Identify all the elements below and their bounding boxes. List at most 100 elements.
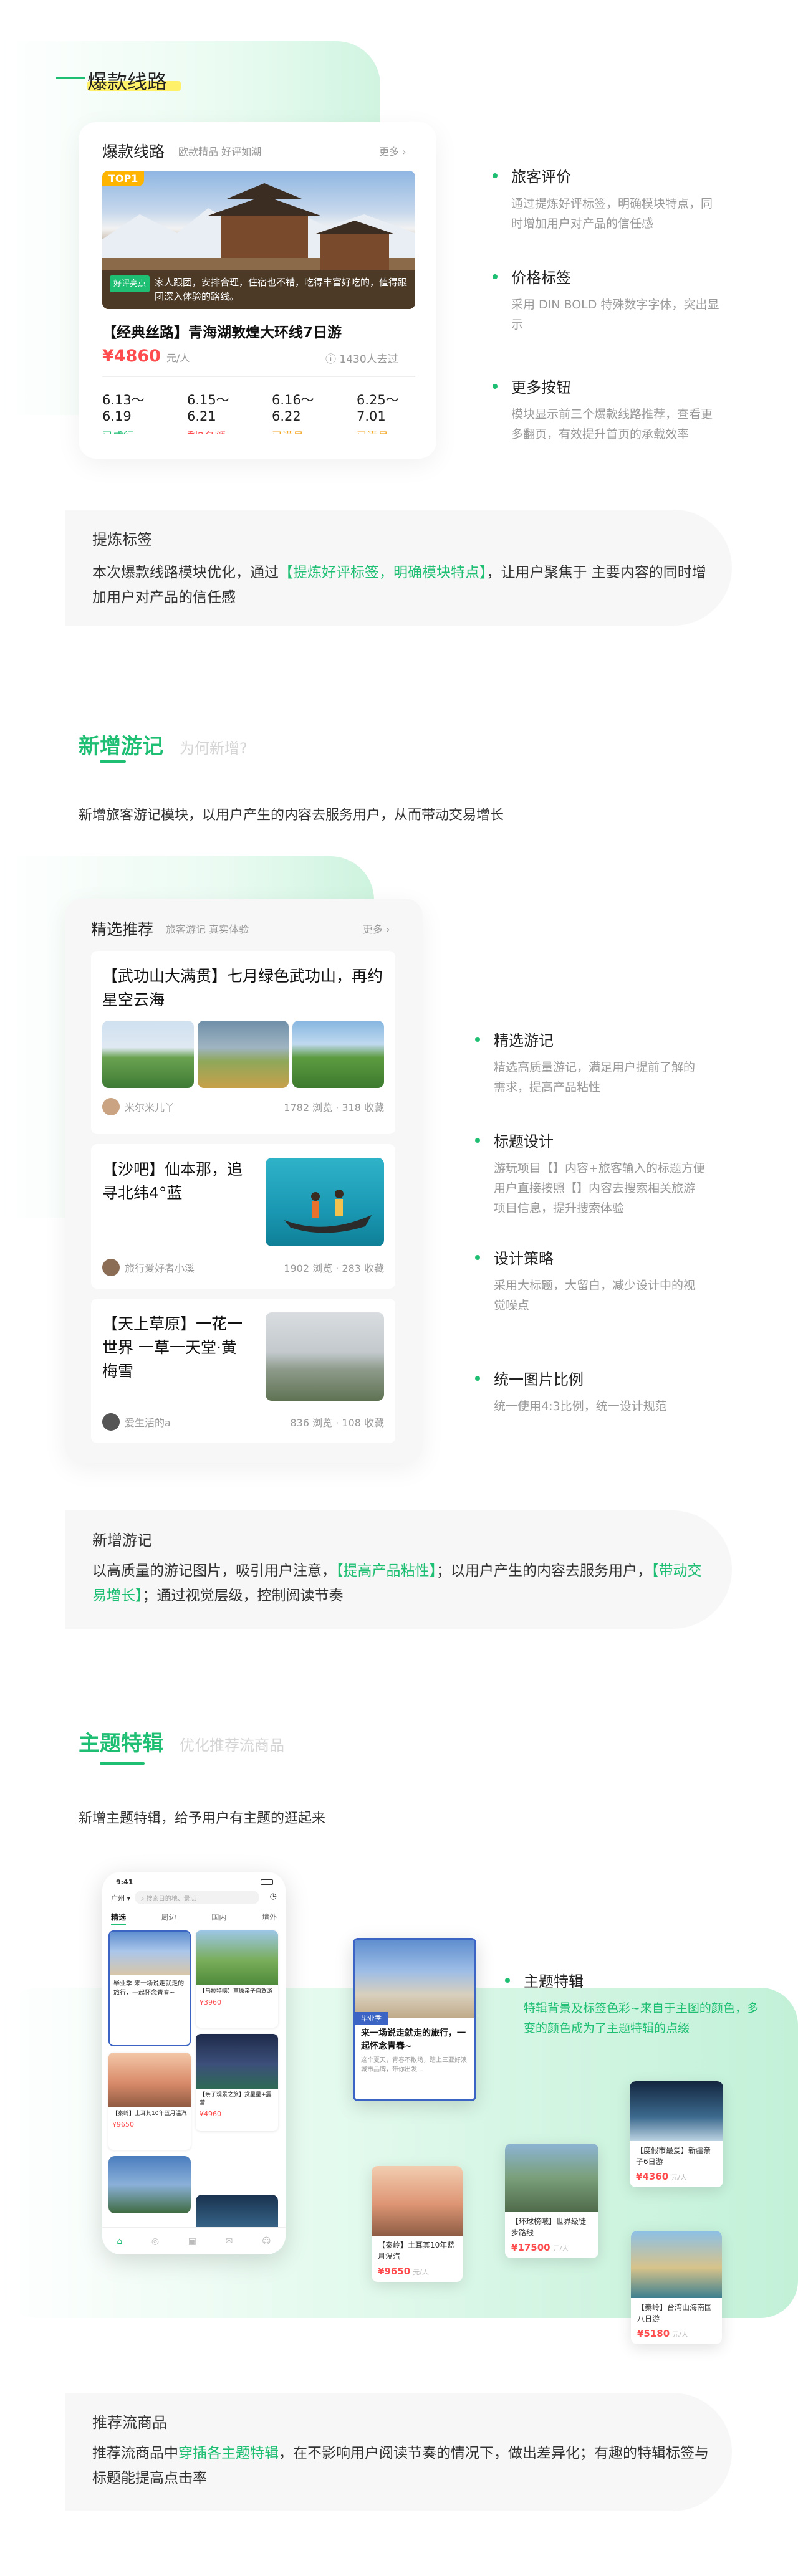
mini-price-unit: 元/人 xyxy=(413,2268,429,2276)
post-author: 旅行爱好者小溪 xyxy=(125,1262,195,1274)
phone-product-card[interactable]: 【亲子观景之旅】赏星星+露营 ¥4960 xyxy=(196,2034,278,2131)
theme-desc: 这个夏天，青春不散场，踏上三亚好浪城市品牌，带你出发... xyxy=(361,2057,467,2073)
phone-tabs: 精选 周边 国内 境外 xyxy=(111,1912,277,1925)
section1-heading: 爆款线路 xyxy=(87,70,168,93)
post-images xyxy=(102,1021,385,1088)
message-icon[interactable]: ✉ xyxy=(226,2236,233,2246)
search-input[interactable]: ⌕ 搜索目的地、景点 xyxy=(135,1891,259,1904)
phone-item-image xyxy=(110,1932,190,1975)
mini-product-card[interactable]: 【环球榜哦】世界级徒步路线 ¥17500 元/人 xyxy=(505,2144,598,2258)
post-stats: 1902 浏览 · 283 收藏 xyxy=(284,1262,384,1274)
feature-image-ratio: 统一图片比例 统一使用4:3比例，统一设计规范 xyxy=(475,1367,706,1416)
post-stats: 836 浏览 · 108 收藏 xyxy=(290,1417,384,1429)
mini-price-value: ¥4360 xyxy=(636,2171,669,2182)
post-image xyxy=(266,1158,384,1246)
tab-selected[interactable]: 精选 xyxy=(111,1912,127,1925)
feature-desc: 模块显示前三个爆款线路推荐，查看更多翻页，有效提升首页的承载效率 xyxy=(511,408,713,441)
post-author: 爱生活的a xyxy=(125,1417,171,1429)
phone-mockup: 9:41 广州 ▾ ⌕ 搜索目的地、景点 ◷ 精选 周边 国内 境外 毕业季 来… xyxy=(102,1872,286,2254)
note-text: 本次爆款线路模块优化，通过【提炼好评标签，明确模块特点】，让用户聚焦于 主要内容… xyxy=(92,560,716,610)
post-author: 米尔米儿丫 xyxy=(125,1102,175,1114)
post-author-row: 米尔米儿丫 1782 浏览 · 318 收藏 xyxy=(102,1098,384,1115)
hot-route-more-button[interactable]: 更多 › xyxy=(379,143,406,158)
price-value: ¥4860 xyxy=(102,346,161,366)
post-author-row: 爱生活的a 836 浏览 · 108 收藏 xyxy=(102,1413,384,1431)
note-title: 提炼标签 xyxy=(92,527,155,550)
date-option[interactable]: 6.15～6.21 剩2名额 xyxy=(187,390,251,434)
note-highlight: 【提高产品粘性】 xyxy=(336,1563,436,1579)
phone-product-card[interactable]: 【乌拉特峡】草原亲子自驾游 ¥3960 xyxy=(196,1930,278,2028)
note-text: 推荐流商品中穿插各主题特辑，在不影响用户阅读节奏的情况下，做出差异化；有趣的特辑… xyxy=(92,2441,716,2491)
theme-tag: 毕业季 xyxy=(355,2012,388,2025)
mini-image xyxy=(372,2166,463,2236)
travel-post[interactable]: 【天上草原】一花一世界 一草一天堂·黄梅雪 爱生活的a 836 浏览 · 108… xyxy=(91,1299,395,1443)
date-status: 已成行 xyxy=(102,427,166,434)
feature-title: 价格标签 xyxy=(493,265,723,287)
boat-illustration xyxy=(284,1190,372,1233)
post-author-row: 旅行爱好者小溪 1902 浏览 · 283 收藏 xyxy=(102,1259,384,1276)
feature-more: 更多按钮模块显示前三个爆款线路推荐，查看更多翻页，有效提升首页的承载效率 xyxy=(493,375,723,444)
date-option[interactable]: 6.25～7.01 已满员 xyxy=(357,390,420,434)
post-title: 【沙吧】仙本那，追寻北纬4°蓝 xyxy=(102,1160,243,1202)
date-option[interactable]: 6.13～6.19 已成行 xyxy=(102,390,166,434)
phone-item-image xyxy=(196,1930,278,1985)
post-image xyxy=(102,1021,194,1088)
top1-badge: TOP1 xyxy=(102,171,145,186)
clock-icon[interactable]: ◷ xyxy=(270,1892,277,1901)
travel-notes-more-button[interactable]: 更多 › xyxy=(363,921,390,936)
section3-note: 推荐流商品 推荐流商品中穿插各主题特辑，在不影响用户阅读节奏的情况下，做出差异化… xyxy=(65,2393,732,2511)
phone-item-title: 【亲子观景之旅】赏星星+露营 xyxy=(200,2092,272,2106)
mini-product-card[interactable]: 【秦岭】台湾山海南国八日游 ¥5180 元/人 xyxy=(631,2231,722,2344)
review-text: 家人跟团，安排合理，住宿也不错，吃得丰富好吃的，值得跟团深入体验的路线。 xyxy=(155,277,408,302)
hot-route-image[interactable]: TOP1 好评亮点 家人跟团，安排合理，住宿也不错，吃得丰富好吃的，值得跟团深入… xyxy=(102,171,415,309)
travel-notes-title: 精选推荐 xyxy=(91,920,154,938)
battery-icon xyxy=(261,1879,273,1885)
phone-product-card[interactable]: 【秦岭】土耳其10年蓝月温汽 ¥9650 xyxy=(108,2053,191,2150)
feature-title: 主题特辑 xyxy=(505,1969,761,1991)
post-title: 【天上草原】一花一世界 一草一天堂·黄梅雪 xyxy=(102,1315,243,1380)
feature-strategy: 设计策略 采用大标题，大留白，减少设计中的视觉噪点 xyxy=(475,1246,706,1315)
feature-review: 旅客评价 通过提炼好评标签，明确模块特点，同时增加用户对产品的信任感 xyxy=(493,165,723,234)
phone-bottom-nav: ⌂ ◎ ▣ ✉ ☺ xyxy=(102,2227,286,2254)
tab-overseas[interactable]: 境外 xyxy=(262,1912,277,1925)
phone-item-image[interactable] xyxy=(108,2156,191,2213)
section2-heading: 新增游记 xyxy=(79,734,163,759)
footprint-icon: ⓘ xyxy=(325,353,336,366)
section3-subheading: 优化推荐流商品 xyxy=(180,1737,284,1754)
section3-heading-underline xyxy=(100,1762,145,1765)
mini-price-unit: 元/人 xyxy=(672,2330,688,2339)
section3-desc: 新增主题特辑，给予用户有主题的逛起来 xyxy=(79,1811,326,1826)
avatar xyxy=(102,1098,120,1115)
date-status: 剩2名额 xyxy=(187,427,251,434)
discover-icon[interactable]: ◎ xyxy=(151,2236,159,2246)
travel-post[interactable]: 【武功山大满贯】七月绿色武功山，再约星空云海 米尔米儿丫 1782 浏览 · 3… xyxy=(91,951,395,1134)
section2-heading-wrap: 新增游记 为何新增? xyxy=(79,729,248,760)
tab-domestic[interactable]: 国内 xyxy=(211,1912,226,1925)
note-title: 新增游记 xyxy=(92,1528,155,1551)
theme-image xyxy=(355,1940,474,2018)
home-icon[interactable]: ⌂ xyxy=(117,2236,122,2246)
feature-desc: 采用大标题，大留白，减少设计中的视觉噪点 xyxy=(494,1279,696,1312)
trip-icon[interactable]: ▣ xyxy=(188,2236,196,2246)
note-text-pre: 本次爆款线路模块优化，通过 xyxy=(92,565,279,581)
search-placeholder: 搜索目的地、景点 xyxy=(146,1896,196,1902)
product-title[interactable]: 【经典丝路】青海湖敦煌大环线7日游 xyxy=(102,320,342,341)
profile-icon[interactable]: ☺ xyxy=(262,2236,271,2246)
date-option[interactable]: 6.16～6.22 已满员 xyxy=(272,390,335,434)
chevron-right-icon: › xyxy=(402,146,406,158)
section2-heading-underline xyxy=(100,760,126,763)
travel-post[interactable]: 【沙吧】仙本那，追寻北纬4°蓝 旅行爱好者小溪 1902 浏览 · 283 收藏 xyxy=(91,1144,395,1289)
theme-big-card[interactable]: 毕业季 来一场说走就走的旅行，一起怀念青春~ 这个夏天，青春不散场，踏上三亚好浪… xyxy=(353,1938,476,2101)
phone-item-price: ¥9650 xyxy=(112,2120,134,2129)
phone-theme-card[interactable]: 毕业季 来一场说走就走的旅行，一起怀念青春~ xyxy=(108,1930,191,2046)
mini-price: ¥9650 元/人 xyxy=(372,2266,463,2282)
tab-nearby[interactable]: 周边 xyxy=(161,1912,176,1925)
post-stats: 1782 浏览 · 318 收藏 xyxy=(284,1102,384,1114)
phone-item-price: ¥4960 xyxy=(200,2110,221,2118)
note-text-mid: ；以用户产生的内容去服务用户， xyxy=(436,1563,651,1579)
mini-product-card[interactable]: 【秦岭】土耳其10年蓝月温汽 ¥9650 元/人 xyxy=(372,2166,463,2282)
mini-product-card[interactable]: 【度假市最爱】新疆亲子6日游 ¥4360 元/人 xyxy=(630,2081,723,2187)
city-selector[interactable]: 广州 ▾ xyxy=(111,1893,130,1903)
feature-title: 更多按钮 xyxy=(493,375,723,397)
mini-price: ¥17500 元/人 xyxy=(505,2242,598,2258)
